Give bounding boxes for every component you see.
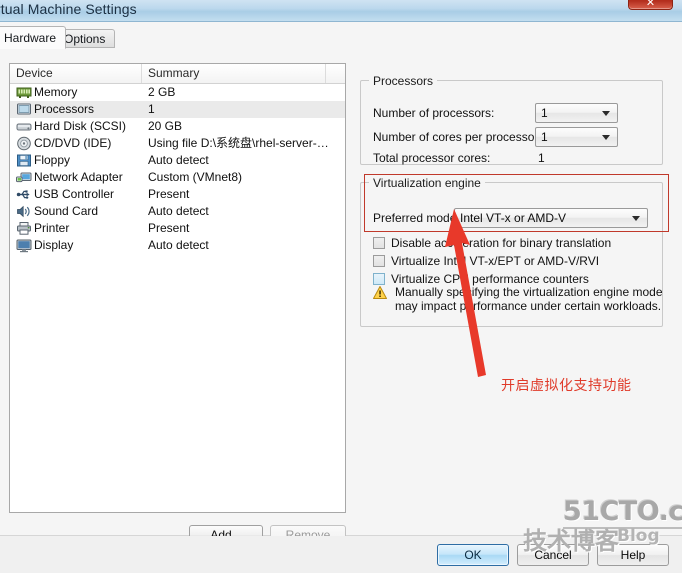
column-header-extra[interactable] (326, 64, 345, 83)
device-row-network-adapter[interactable]: Network Adapter Custom (VMnet8) (10, 169, 345, 186)
dialog-footer: OK Cancel Help (0, 536, 682, 573)
device-list-header: Device Summary (10, 64, 345, 84)
column-header-device[interactable]: Device (10, 64, 142, 83)
cores-per-processor-label: Number of cores per processor: (373, 130, 542, 144)
settings-right-pane: Processors Number of processors: 1 Numbe… (355, 52, 673, 522)
number-of-processors-select[interactable]: 1 (535, 103, 618, 123)
preferred-mode-select[interactable]: Intel VT-x or AMD-V (454, 208, 648, 228)
processors-group-title: Processors (369, 74, 438, 88)
device-summary: Custom (VMnet8) (148, 170, 243, 184)
preferred-mode-label: Preferred mode: (373, 211, 460, 225)
device-summary: 1 (148, 102, 155, 116)
checkbox-disable-acceleration-label: Disable acceleration for binary translat… (391, 236, 612, 250)
device-row-sound-card[interactable]: Sound Card Auto detect (10, 203, 345, 220)
network-adapter-icon (16, 170, 32, 185)
checkbox-virtualize-cpu-counters-label: Virtualize CPU performance counters (391, 272, 589, 286)
device-name: Sound Card (34, 204, 99, 218)
device-summary: 20 GB (148, 119, 183, 133)
window-title: rtual Machine Settings (0, 1, 137, 17)
help-button[interactable]: Help (597, 544, 669, 566)
annotation-text: 开启虚拟化支持功能 (501, 378, 632, 394)
checkbox-box-icon (373, 255, 385, 267)
device-summary: Present (148, 187, 190, 201)
device-row-display[interactable]: Display Auto detect (10, 237, 345, 254)
checkbox-box-icon (373, 273, 385, 285)
device-summary: Auto detect (148, 238, 209, 252)
screenshot-root: rtual Machine Settings ✕ Hardware Option… (0, 0, 682, 573)
warning-icon (373, 286, 387, 299)
settings-dialog: Hardware Options Device Summary Memory 2 … (0, 22, 682, 573)
hard-disk-icon (16, 119, 32, 134)
device-row-usb-controller[interactable]: USB Controller Present (10, 186, 345, 203)
preferred-mode-value: Intel VT-x or AMD-V (460, 211, 567, 225)
device-row-memory[interactable]: Memory 2 GB (10, 84, 345, 101)
device-name: Hard Disk (SCSI) (34, 119, 127, 133)
device-name: Processors (34, 102, 95, 116)
warning-line-1: Manually specifying the virtualization e… (395, 285, 663, 299)
device-name: CD/DVD (IDE) (34, 136, 112, 150)
close-icon: ✕ (645, 0, 656, 9)
device-list-panel[interactable]: Device Summary Memory 2 GB Processors 1 Hard… (9, 63, 346, 513)
total-processor-cores-label: Total processor cores: (373, 151, 491, 165)
device-row-processors[interactable]: Processors 1 (10, 101, 345, 118)
device-name: Floppy (34, 153, 71, 167)
tab-hardware[interactable]: Hardware (0, 26, 67, 49)
cores-per-processor-value: 1 (541, 130, 548, 144)
device-summary: 2 GB (148, 85, 176, 99)
printer-icon (16, 221, 32, 236)
usb-controller-icon (16, 187, 32, 202)
device-row-cd-dvd-ide[interactable]: CD/DVD (IDE) Using file D:\系统盘\rhel-serve… (10, 135, 345, 152)
device-name: USB Controller (34, 187, 115, 201)
device-name: Display (34, 238, 74, 252)
display-icon (16, 238, 32, 253)
device-summary: Using file D:\系统盘\rhel-server-… (148, 136, 329, 150)
ok-button[interactable]: OK (437, 544, 509, 566)
virtualization-engine-group: Virtualization engine Preferred mode: In… (360, 176, 663, 327)
checkbox-box-icon (373, 237, 385, 249)
tabstrip: Hardware Options (0, 26, 682, 49)
device-row-hard-disk-scsi[interactable]: Hard Disk (SCSI) 20 GB (10, 118, 345, 135)
cancel-button[interactable]: Cancel (517, 544, 589, 566)
checkbox-virtualize-vtx-ept-label: Virtualize Intel VT-x/EPT or AMD-V/RVI (391, 254, 600, 268)
device-list-rows: Memory 2 GB Processors 1 Hard Disk (SCSI) 20 … (10, 84, 345, 254)
cd-dvd-icon (16, 136, 32, 151)
floppy-icon (16, 153, 32, 168)
column-header-summary[interactable]: Summary (142, 64, 326, 83)
device-summary: Auto detect (148, 153, 209, 167)
warning-line-2: may impact performance under certain wor… (395, 299, 662, 313)
virtualization-group-title: Virtualization engine (369, 176, 485, 190)
processors-group: Processors Number of processors: 1 Numbe… (360, 74, 663, 165)
processor-icon (16, 102, 32, 117)
device-name: Memory (34, 85, 78, 99)
number-of-processors-label: Number of processors: (373, 106, 495, 120)
number-of-processors-value: 1 (541, 106, 548, 120)
device-summary: Auto detect (148, 204, 209, 218)
chevron-down-icon (602, 135, 610, 140)
close-button[interactable]: ✕ (628, 0, 673, 10)
device-summary: Present (148, 221, 190, 235)
device-name: Printer (34, 221, 70, 235)
dialog-content: Hardware Options Device Summary Memory 2 … (0, 22, 682, 546)
device-row-floppy[interactable]: Floppy Auto detect (10, 152, 345, 169)
total-processor-cores-value: 1 (538, 151, 545, 165)
chevron-down-icon (632, 216, 640, 221)
device-name: Network Adapter (34, 170, 123, 184)
window-titlebar: rtual Machine Settings ✕ (0, 0, 682, 22)
cores-per-processor-select[interactable]: 1 (535, 127, 618, 147)
memory-icon (16, 85, 32, 100)
device-row-printer[interactable]: Printer Present (10, 220, 345, 237)
sound-card-icon (16, 204, 32, 219)
chevron-down-icon (602, 111, 610, 116)
